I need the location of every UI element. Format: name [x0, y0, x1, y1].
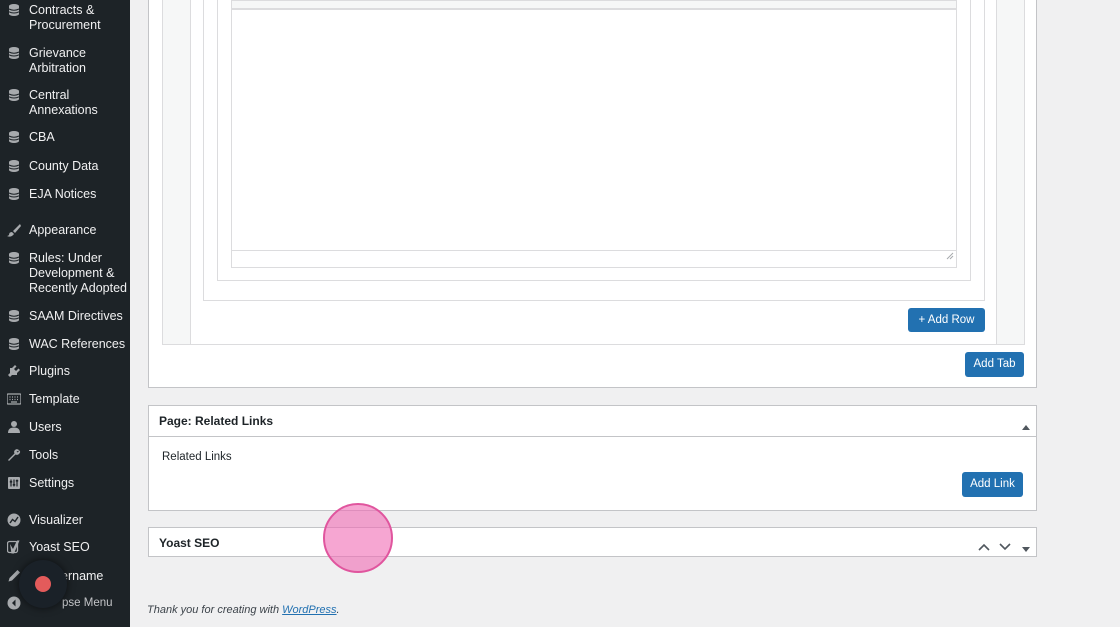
footer-suffix: .: [336, 604, 340, 616]
footer-prefix: Thank you for creating with: [147, 604, 283, 616]
database-icon: [7, 309, 21, 323]
record-dot-icon: [35, 576, 51, 592]
database-icon: [7, 46, 21, 60]
sidebar-item-label: Contracts & Procurement: [29, 3, 101, 32]
resize-handle-icon[interactable]: [945, 247, 954, 265]
content-editor[interactable]: [231, 0, 957, 268]
editor-toolbar-edge: [232, 1, 956, 10]
footer-thankyou: Thank you for creating with WordPress.: [147, 604, 340, 616]
tab-list-strip: [163, 0, 191, 344]
sidebar-item-label: Settings: [29, 476, 75, 490]
sidebar-item-label: Users: [29, 420, 62, 434]
database-icon: [7, 337, 21, 351]
toggle-arrow-up-icon[interactable]: [1022, 417, 1030, 435]
tab-panel-right-strip: [996, 0, 1024, 344]
sidebar-item-label: Rules: Under Development & Recently Adop…: [29, 251, 127, 295]
sidebar-item-label: Visualizer: [29, 513, 83, 527]
database-icon: [7, 3, 21, 17]
add-row-button[interactable]: + Add Row: [908, 308, 985, 332]
admin-sidebar: Contracts & Procurement Grievance Arbitr…: [0, 0, 130, 627]
keyboard-icon: [7, 392, 21, 406]
sidebar-item-label: Appearance: [29, 223, 97, 237]
database-icon: [7, 251, 21, 265]
sidebar-item-label: County Data: [29, 159, 99, 173]
database-icon: [7, 187, 21, 201]
yoast-seo-metabox: Yoast SEO: [148, 527, 1037, 557]
database-icon: [7, 159, 21, 173]
sidebar-item-label: Yoast SEO: [29, 540, 90, 554]
related-links-label: Related Links: [162, 451, 232, 463]
sidebar-item-label: CBA: [29, 130, 55, 144]
related-links-metabox: Page: Related Links Related Links Add Li…: [148, 405, 1037, 511]
add-tab-button[interactable]: Add Tab: [965, 352, 1024, 377]
sidebar-item-label: Grievance Arbitration: [29, 46, 86, 75]
sidebar-item-label: Central Annexations: [29, 88, 98, 117]
plugin-icon: [7, 364, 21, 378]
row-item: [217, 0, 971, 281]
database-icon: [7, 88, 21, 102]
sidebar-item-label: Tools: [29, 448, 59, 462]
add-link-button[interactable]: Add Link: [962, 472, 1023, 497]
editor-statusbar: [232, 250, 956, 267]
metabox-title: Yoast SEO: [159, 536, 220, 550]
wrench-icon: [7, 448, 21, 462]
paintbrush-icon: [7, 223, 21, 237]
user-icon: [7, 420, 21, 434]
metabox-title: Page: Related Links: [159, 414, 274, 428]
recording-indicator[interactable]: [19, 560, 67, 608]
yoast-icon: [7, 540, 21, 554]
collapse-icon: [7, 596, 21, 610]
wordpress-link[interactable]: WordPress: [282, 604, 336, 616]
row-container: [203, 0, 985, 301]
sidebar-item-label: Plugins: [29, 364, 70, 378]
tabs-metabox: + Add Row Add Tab: [148, 0, 1037, 388]
database-icon: [7, 130, 21, 144]
settings-icon: [7, 476, 21, 490]
sidebar-item-label: ername: [61, 569, 104, 583]
metabox-header[interactable]: Page: Related Links: [149, 406, 1036, 437]
sidebar-item-label: EJA Notices: [29, 187, 97, 201]
tab-panel: + Add Row: [162, 0, 1025, 345]
sidebar-item-label: Template: [29, 392, 80, 406]
click-indicator: [323, 503, 393, 573]
move-up-icon[interactable]: [978, 538, 990, 556]
move-down-icon[interactable]: [999, 538, 1011, 556]
sidebar-item-label: WAC References: [29, 337, 126, 351]
chart-icon: [7, 513, 21, 527]
toggle-arrow-down-icon[interactable]: [1022, 540, 1030, 558]
sidebar-item-label: SAAM Directives: [29, 309, 123, 323]
